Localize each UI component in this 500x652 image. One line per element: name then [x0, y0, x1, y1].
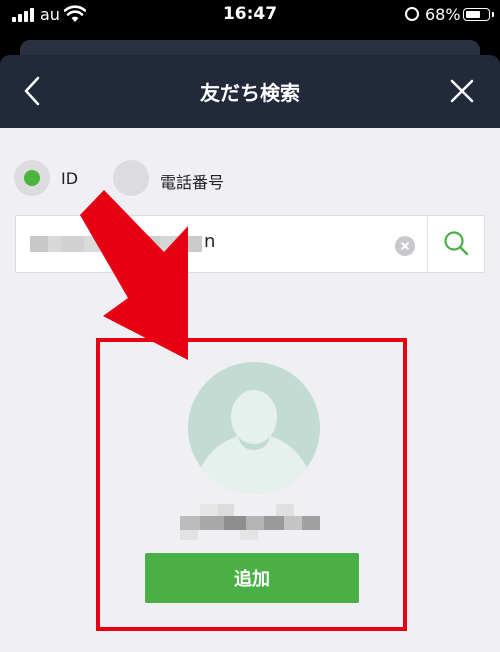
battery-icon: [463, 8, 494, 21]
avatar: [188, 362, 320, 494]
user-display-name: [180, 504, 320, 540]
battery-percentage: 68%: [425, 5, 461, 24]
clear-input-icon[interactable]: [395, 236, 415, 256]
search-result-card: 追加: [96, 338, 407, 631]
default-user-icon: [198, 390, 310, 494]
modal-header: 友だち検索: [0, 55, 500, 128]
radio-label-id: ID: [61, 169, 79, 188]
search-icon[interactable]: [428, 216, 485, 272]
add-friend-button[interactable]: 追加: [145, 553, 359, 603]
close-icon[interactable]: [447, 76, 477, 106]
radio-circle: [14, 160, 50, 196]
page-title: 友だち検索: [200, 81, 300, 105]
radio-selected-dot: [24, 170, 40, 186]
orientation-lock-icon: [405, 7, 419, 21]
status-bar: au 16:47 68%: [0, 0, 500, 30]
battery-fill: [466, 11, 480, 18]
